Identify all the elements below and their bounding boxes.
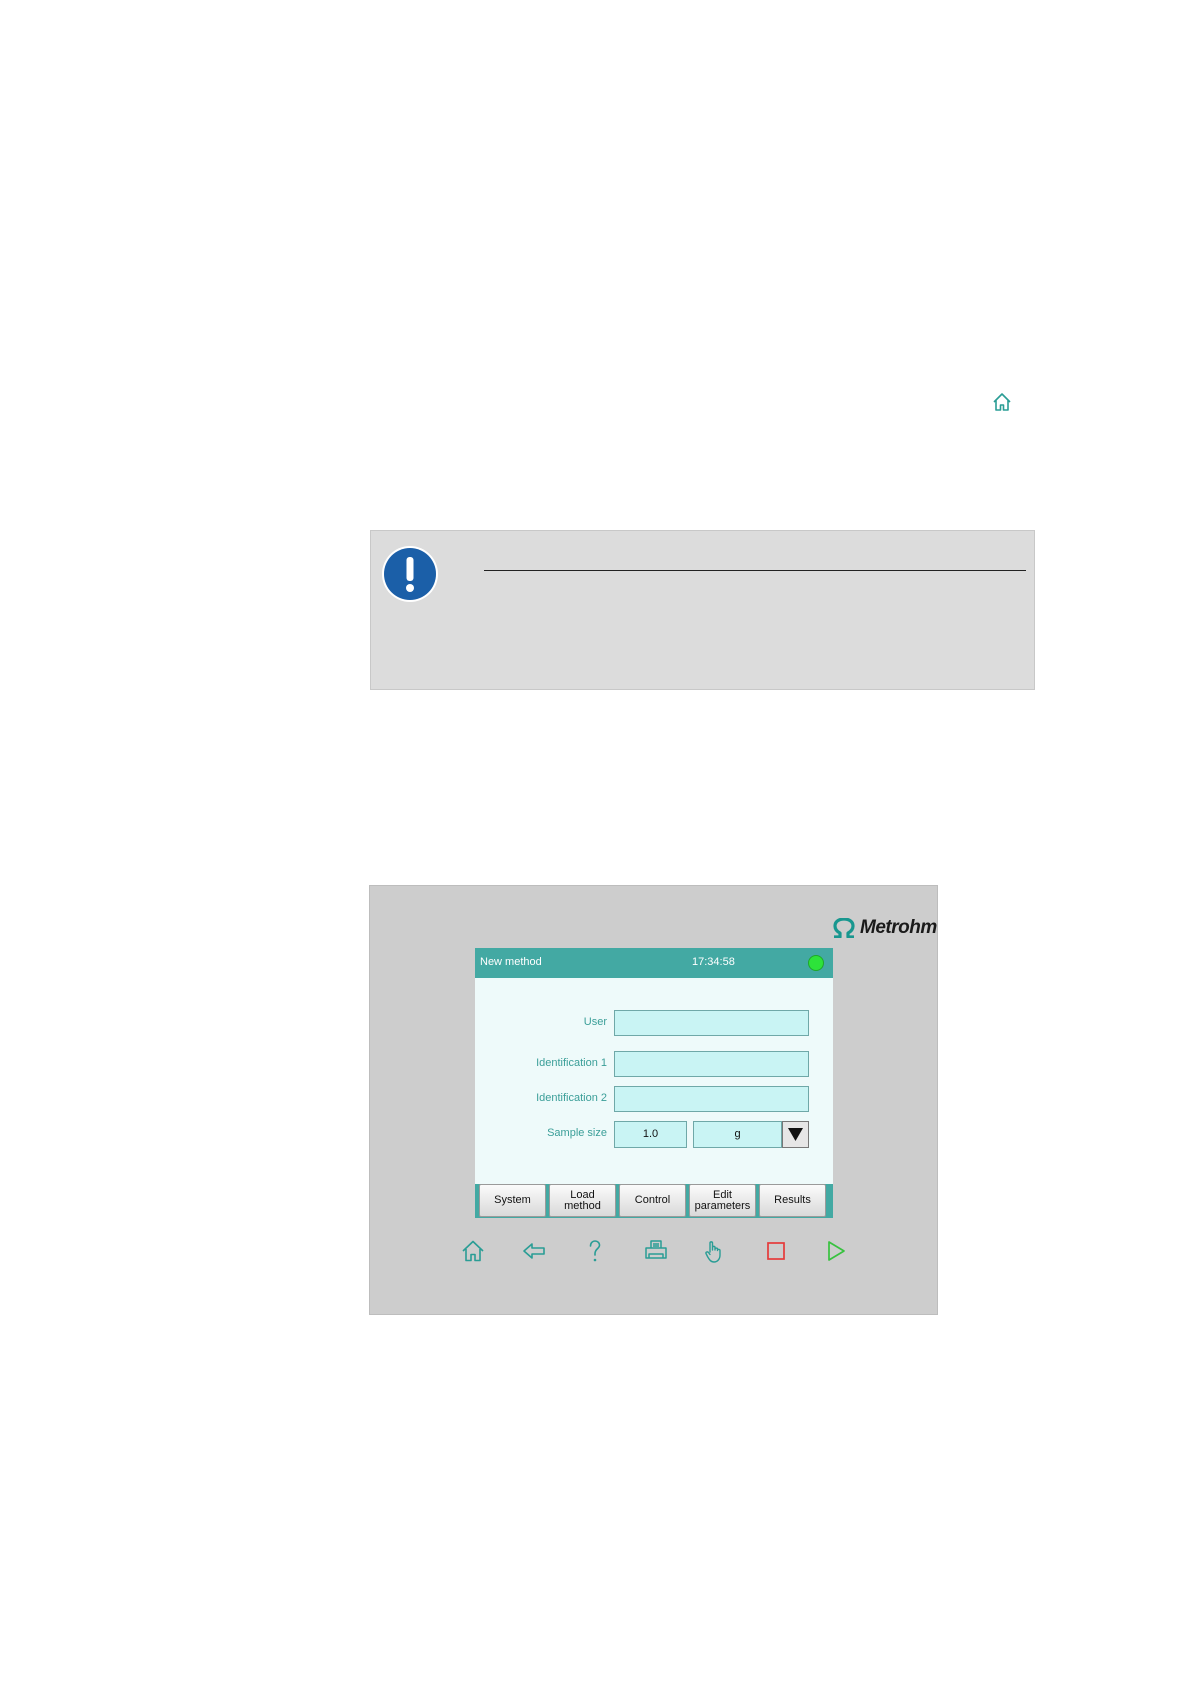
identification-2-field[interactable]	[614, 1086, 809, 1112]
sample-size-label: Sample size	[547, 1127, 607, 1139]
edit-parameters-button[interactable]: Edit parameters	[689, 1184, 756, 1217]
start-icon[interactable]	[823, 1238, 849, 1264]
user-field[interactable]	[614, 1010, 809, 1036]
note-box	[370, 530, 1035, 690]
touch-screen: New method 17:34:58 User Identification …	[475, 948, 833, 1218]
note-divider	[484, 570, 1026, 571]
sample-size-field[interactable]: 1.0	[614, 1121, 687, 1148]
softkey-bar: System Load method Control Edit paramete…	[475, 1184, 833, 1218]
back-icon[interactable]	[521, 1238, 547, 1264]
load-method-button[interactable]: Load method	[549, 1184, 616, 1217]
results-button[interactable]: Results	[759, 1184, 826, 1217]
home-icon	[993, 393, 1011, 411]
brand-name: Metrohm	[860, 917, 937, 938]
control-button[interactable]: Control	[619, 1184, 686, 1217]
brand-logo: Metrohm	[832, 916, 937, 940]
triangle-down-icon	[788, 1128, 803, 1141]
identification-1-label: Identification 1	[536, 1057, 607, 1069]
screen-title: New method	[480, 956, 542, 968]
user-label: User	[583, 1016, 607, 1028]
home-icon[interactable]	[460, 1238, 486, 1264]
print-icon[interactable]	[643, 1238, 669, 1264]
clock: 17:34:58	[692, 956, 735, 968]
sample-size-unit-field[interactable]: g	[693, 1121, 782, 1148]
help-icon[interactable]	[582, 1238, 608, 1264]
unit-dropdown-button[interactable]	[782, 1121, 809, 1148]
device-panel: Metrohm New method 17:34:58 User Identif…	[369, 885, 938, 1315]
exclamation-icon	[382, 546, 438, 602]
status-indicator	[808, 955, 824, 971]
identification-1-field[interactable]	[614, 1051, 809, 1077]
identification-2-label: Identification 2	[536, 1092, 607, 1104]
stop-icon[interactable]	[763, 1238, 789, 1264]
title-bar: New method 17:34:58	[475, 948, 833, 978]
system-button[interactable]: System	[479, 1184, 546, 1217]
omega-icon	[833, 918, 855, 938]
manual-icon[interactable]	[701, 1238, 727, 1264]
